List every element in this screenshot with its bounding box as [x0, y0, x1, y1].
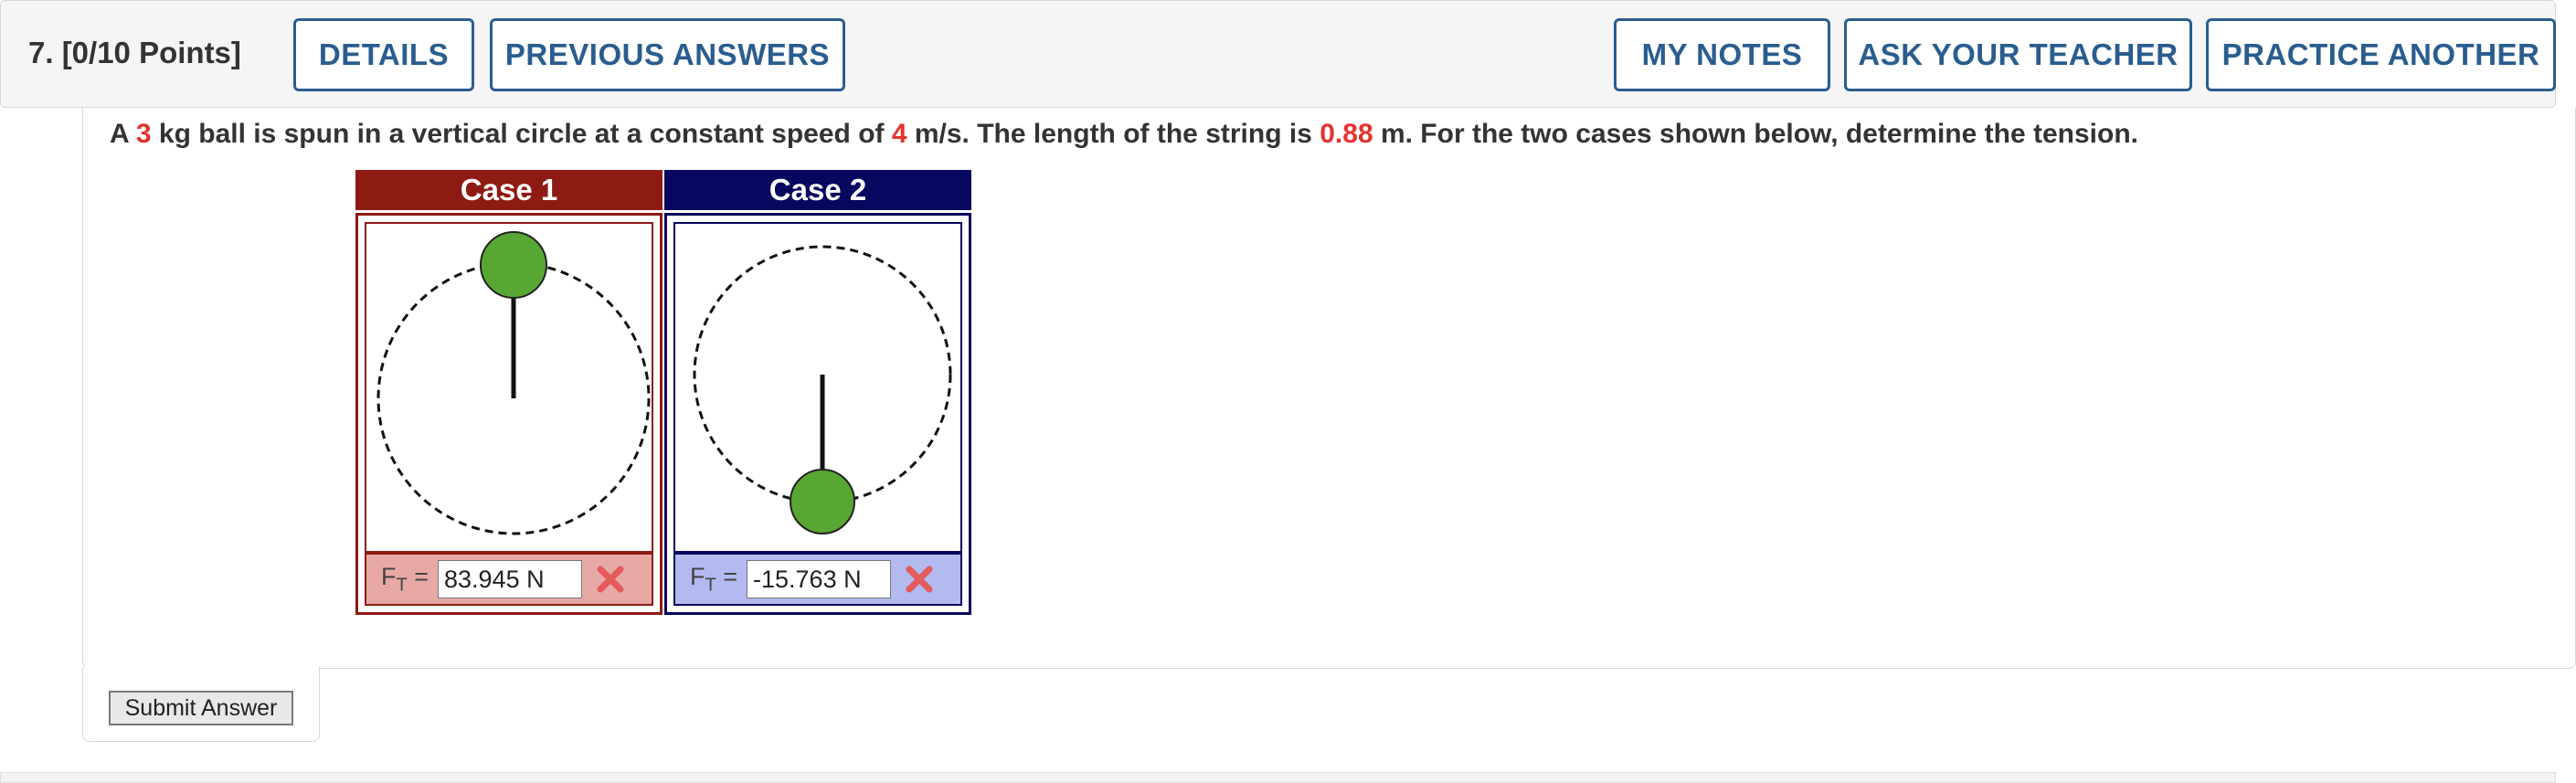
- case-2-circle-diagram: [693, 245, 952, 534]
- case-2-diagram: [673, 222, 962, 553]
- next-question-edge: [0, 772, 2556, 783]
- case-1-title: Case 1: [355, 170, 663, 210]
- question-number-points: 7. [0/10 Points]: [28, 36, 241, 69]
- case-2-title: Case 2: [664, 170, 971, 210]
- mass-value: 3: [135, 119, 152, 149]
- case-1-tension-input[interactable]: [438, 560, 583, 598]
- case-2-tension-input[interactable]: [747, 560, 892, 598]
- tension-label: FT =: [690, 562, 738, 596]
- speed-value: 4: [891, 119, 907, 149]
- question-text: A 3 kg ball is spun in a vertical circle…: [110, 119, 2138, 149]
- case-2-answer-row: FT =: [673, 553, 962, 606]
- incorrect-x-icon: [597, 566, 624, 593]
- case-1-diagram: [365, 222, 653, 553]
- incorrect-x-icon: [906, 566, 933, 593]
- ball: [790, 469, 855, 534]
- tension-label: FT =: [381, 562, 429, 596]
- details-button[interactable]: DETAILS: [293, 18, 474, 91]
- ask-your-teacher-button[interactable]: ASK YOUR TEACHER: [1844, 18, 2192, 91]
- submit-answer-button[interactable]: Submit Answer: [109, 691, 293, 725]
- ball: [480, 231, 547, 299]
- case-1-panel: FT =: [355, 213, 663, 615]
- previous-answers-button[interactable]: PREVIOUS ANSWERS: [490, 18, 845, 91]
- practice-another-button[interactable]: PRACTICE ANOTHER: [2206, 18, 2556, 91]
- case-1-circle-diagram: [376, 231, 651, 535]
- case-2-panel: FT =: [664, 213, 971, 615]
- case-1-answer-row: FT =: [365, 553, 653, 606]
- my-notes-button[interactable]: MY NOTES: [1614, 18, 1830, 91]
- length-value: 0.88: [1320, 119, 1373, 149]
